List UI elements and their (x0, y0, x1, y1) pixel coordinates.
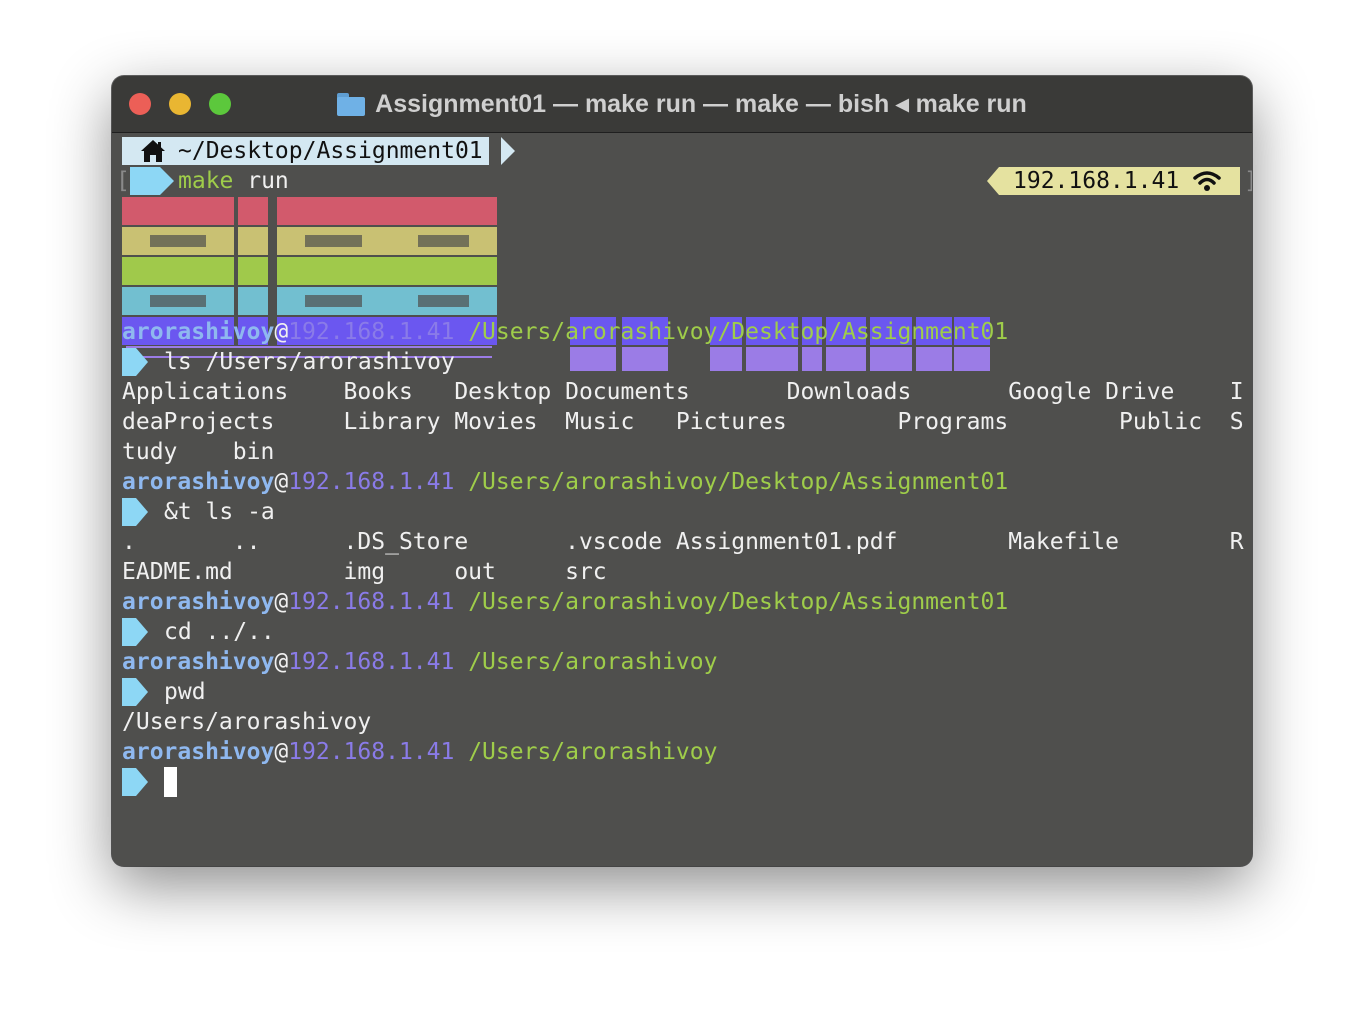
prompt-at: @ (274, 649, 289, 675)
prompt-path: /Users/arorashivoy (454, 739, 718, 765)
prompt-at: @ (274, 319, 289, 345)
banner-hollow (150, 235, 206, 247)
prompt-at: @ (274, 469, 289, 495)
prompt-user: arorashivoy (122, 739, 275, 765)
prompt-user: arorashivoy (122, 319, 275, 345)
command-output: deaProjects Library Movies Music Picture… (122, 409, 1244, 435)
prompt-arrow-icon (148, 167, 174, 195)
subtitle-block (916, 347, 952, 371)
banner-block (277, 257, 390, 285)
banner-block (238, 197, 268, 225)
prompt-host: 192.168.1.41 (288, 319, 455, 345)
banner-hollow (418, 295, 469, 307)
subtitle-block (826, 347, 866, 371)
banner-hollow (305, 235, 362, 247)
left-bracket: [ (116, 168, 130, 194)
command-output: Applications Books Desktop Documents Dow… (122, 379, 1244, 405)
banner-block (238, 227, 268, 255)
terminal-content[interactable]: ~/Desktop/Assignment01 [ make run 192.16… (116, 137, 1252, 857)
command-text: cd ../.. (164, 619, 275, 645)
banner-hollow (305, 295, 362, 307)
home-icon (141, 140, 165, 162)
subtitle-block (710, 347, 742, 371)
window-title: Assignment01 — make run — make — bish ◂ … (375, 90, 1027, 118)
command-output: EADME.md img out src (122, 559, 607, 585)
prompt-header: arorashivoy@192.168.1.41 /Users/arorashi… (122, 317, 1008, 347)
banner-block (390, 197, 497, 225)
prompt-host: 192.168.1.41 (288, 649, 455, 675)
make-command: make run (178, 168, 289, 194)
prompt-arrow-icon (122, 678, 148, 706)
segment-arrow (501, 137, 515, 165)
wifi-icon (1193, 171, 1221, 191)
prompt-path: /Users/arorashivoy/Desktop/Assignment01 (454, 319, 1009, 345)
command-text: pwd (164, 679, 206, 705)
prompt-user: arorashivoy (122, 589, 275, 615)
prompt-user: arorashivoy (122, 649, 275, 675)
banner-block (238, 287, 268, 315)
prompt-header: arorashivoy@192.168.1.41 /Users/arorashi… (122, 587, 1008, 617)
ip-badge: 192.168.1.41 (999, 167, 1240, 195)
banner-block (390, 257, 497, 285)
ip-badge-text: 192.168.1.41 (1013, 168, 1180, 194)
subtitle-block (570, 347, 616, 371)
prompt-arrow-icon (122, 768, 148, 796)
command-text: &t ls -a (164, 499, 275, 525)
badge-arrow (987, 167, 999, 195)
prompt-host: 192.168.1.41 (288, 469, 455, 495)
text-cursor[interactable] (164, 767, 177, 797)
subtitle-block (622, 347, 668, 371)
command-output: . .. .DS_Store .vscode Assignment01.pdf … (122, 529, 1244, 555)
prompt-path: /Users/arorashivoy/Desktop/Assignment01 (454, 469, 1009, 495)
prompt-arrow-icon (122, 618, 148, 646)
prompt-arrow-icon (122, 498, 148, 526)
prompt-header: arorashivoy@192.168.1.41 /Users/arorashi… (122, 467, 1008, 497)
prompt-host: 192.168.1.41 (288, 739, 455, 765)
banner-block (122, 257, 234, 285)
prompt-path: /Users/arorashivoy (454, 649, 718, 675)
command-output: tudy bin (122, 439, 275, 465)
banner-block (122, 197, 234, 225)
prompt-header: arorashivoy@192.168.1.41 /Users/arorashi… (122, 737, 717, 767)
subtitle-block (802, 347, 822, 371)
cwd-segment: ~/Desktop/Assignment01 (122, 137, 489, 165)
subtitle-block (954, 347, 990, 371)
banner-block (277, 197, 390, 225)
prompt-user: arorashivoy (122, 469, 275, 495)
right-bracket: ] (1244, 167, 1252, 195)
prompt-at: @ (274, 739, 289, 765)
prompt-host: 192.168.1.41 (288, 589, 455, 615)
banner-hollow (418, 235, 469, 247)
prompt-header: arorashivoy@192.168.1.41 /Users/arorashi… (122, 647, 717, 677)
banner-block (238, 257, 268, 285)
subtitle-block (870, 347, 912, 371)
prompt-at: @ (274, 589, 289, 615)
title-bar: Assignment01 — make run — make — bish ◂ … (112, 76, 1252, 133)
folder-icon (337, 92, 366, 116)
prompt-arrow-icon (122, 348, 148, 376)
command-output: /Users/arorashivoy (122, 709, 372, 735)
subtitle-block (746, 347, 798, 371)
command-text: ls /Users/arorashivoy (164, 349, 455, 375)
terminal-window: Assignment01 — make run — make — bish ◂ … (112, 76, 1252, 866)
banner-hollow (150, 295, 206, 307)
prompt-path: /Users/arorashivoy/Desktop/Assignment01 (454, 589, 1009, 615)
cwd-text: ~/Desktop/Assignment01 (178, 138, 483, 164)
